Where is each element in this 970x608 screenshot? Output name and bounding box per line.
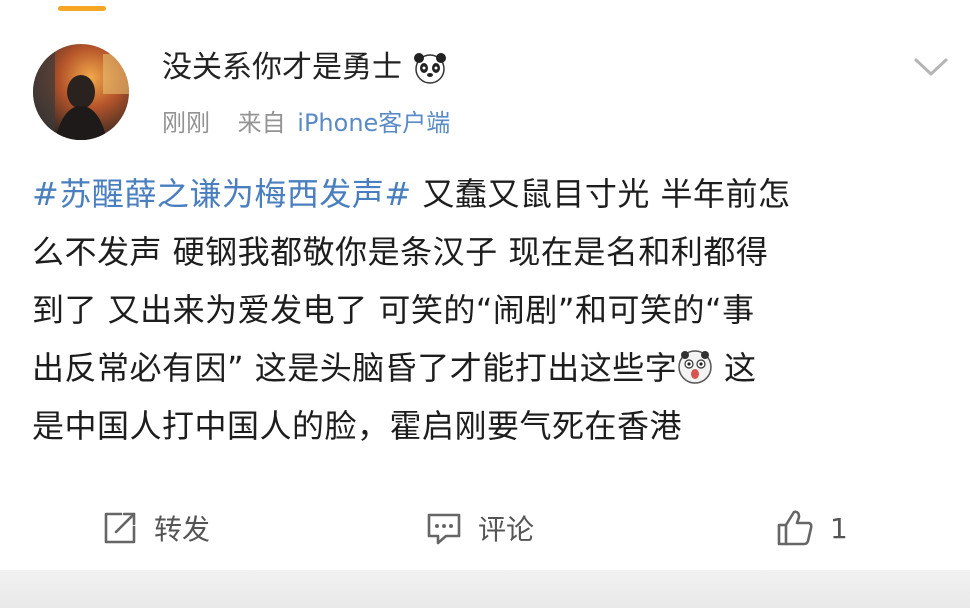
repost-label: 转发 xyxy=(154,513,211,546)
chevron-down-icon[interactable] xyxy=(912,54,950,80)
avatar[interactable] xyxy=(33,44,129,140)
username[interactable]: 没关系你才是勇士 xyxy=(162,48,448,88)
content-text: 这 xyxy=(723,349,757,387)
comment-icon xyxy=(427,513,461,545)
content-line-3: 到了 又出来为爱发电了 可笑的“闹剧”和可笑的“事 xyxy=(32,291,755,329)
content-text: 又蠢又鼠目寸光 半年前怎 xyxy=(422,175,791,213)
content-line-1: #苏醒薛之谦为梅西发声# 又蠢又鼠目寸光 半年前怎 xyxy=(32,165,952,223)
comment-button[interactable]: 评论 xyxy=(424,498,534,558)
post-meta: 刚刚 来自 iPhone客户端 xyxy=(162,106,450,140)
source-device[interactable]: iPhone客户端 xyxy=(297,109,450,137)
content-text: 出反常必有因” 这是头脑昏了才能打出这些字 xyxy=(32,349,678,387)
post-content: #苏醒薛之谦为梅西发声# 又蠢又鼠目寸光 半年前怎 么不发声 硬钢我都敬你是条汉… xyxy=(32,165,952,455)
source-label: 来自 xyxy=(237,109,286,137)
avatar-image xyxy=(33,44,129,140)
hashtag-link[interactable]: #苏醒薛之谦为梅西发声# xyxy=(32,175,412,213)
shocked-face-emoji-icon xyxy=(678,350,713,384)
thumbs-up-icon xyxy=(777,510,813,546)
repost-icon xyxy=(104,512,136,544)
like-button[interactable]: 1 xyxy=(774,498,848,558)
bottom-divider-strip xyxy=(0,570,970,608)
top-accent-bar xyxy=(58,6,106,11)
content-line-2: 么不发声 硬钢我都敬你是条汉子 现在是名和利都得 xyxy=(32,233,769,271)
action-bar: 转发 评论 1 xyxy=(0,498,970,558)
like-count: 1 xyxy=(830,511,848,545)
repost-button[interactable]: 转发 xyxy=(100,498,210,558)
panda-icon xyxy=(414,53,446,84)
comment-label: 评论 xyxy=(478,513,535,546)
post-time: 刚刚 xyxy=(162,109,210,137)
content-line-5: 是中国人打中国人的脸，霍启刚要气死在香港 xyxy=(32,407,683,445)
content-line-4: 出反常必有因” 这是头脑昏了才能打出这些字 这 xyxy=(32,339,952,397)
username-text[interactable]: 没关系你才是勇士 xyxy=(162,48,402,88)
